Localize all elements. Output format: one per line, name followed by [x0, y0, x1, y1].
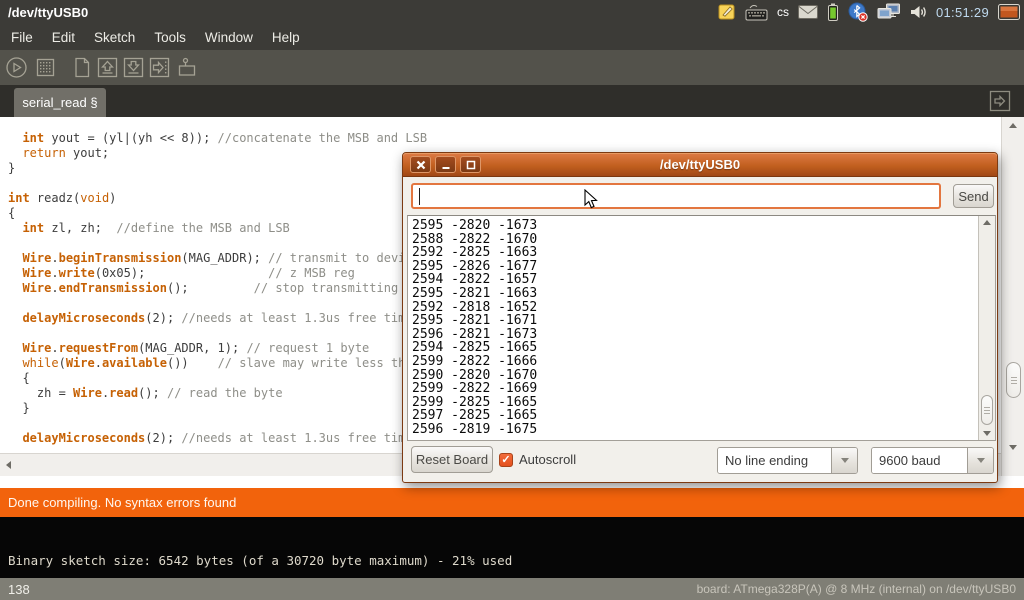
serial-output: 2595 -2820 -1673 2588 -2822 -1670 2592 -… — [408, 216, 978, 440]
serial-output-area[interactable]: 2595 -2820 -1673 2588 -2822 -1670 2592 -… — [407, 215, 996, 441]
volume-icon[interactable] — [910, 4, 927, 20]
code-line: int yout = (yl|(yh << 8)); //concatenate… — [8, 131, 1001, 146]
scroll-left-arrow-icon[interactable] — [6, 461, 11, 469]
menu-file[interactable]: File — [3, 26, 41, 49]
serial-monitor-button[interactable] — [174, 55, 200, 81]
text-caret — [419, 188, 420, 205]
bluetooth-icon[interactable] — [848, 2, 868, 22]
save-sketch-button[interactable] — [120, 55, 146, 81]
mail-icon[interactable] — [798, 5, 818, 19]
console-output: Binary sketch size: 6542 bytes (of a 307… — [0, 517, 1024, 568]
autoscroll-label: Autoscroll — [519, 452, 576, 467]
stop-button[interactable] — [32, 55, 58, 81]
menu-tools[interactable]: Tools — [146, 26, 194, 49]
serial-monitor-titlebar[interactable]: /dev/ttyUSB0 — [403, 153, 997, 177]
menu-window[interactable]: Window — [197, 26, 261, 49]
tab-menu-button[interactable] — [988, 89, 1012, 113]
keyboard-icon[interactable] — [745, 4, 768, 21]
note-icon[interactable] — [718, 3, 736, 21]
line-number: 138 — [8, 582, 30, 597]
serial-monitor-window: /dev/ttyUSB0 Send 2595 -2820 -1673 2588 … — [402, 152, 998, 483]
new-sketch-button[interactable] — [68, 55, 94, 81]
serial-scrollbar[interactable] — [978, 216, 995, 440]
board-info: board: ATmega328P(A) @ 8 MHz (internal) … — [697, 582, 1016, 596]
chevron-down-icon — [841, 458, 849, 463]
window-maximize-button[interactable] — [460, 156, 481, 173]
system-tray: cs 01:51:29 — [718, 0, 1024, 24]
build-console: Binary sketch size: 6542 bytes (of a 307… — [0, 517, 1024, 578]
serial-monitor-title: /dev/ttyUSB0 — [660, 157, 740, 172]
open-sketch-button[interactable] — [94, 55, 120, 81]
clock[interactable]: 01:51:29 — [936, 5, 989, 20]
active-window-title: /dev/ttyUSB0 — [8, 5, 88, 20]
session-icon[interactable] — [998, 4, 1020, 20]
upload-button[interactable] — [146, 55, 172, 81]
battery-icon[interactable] — [827, 3, 839, 22]
editor-scrollbar-thumb[interactable] — [1006, 362, 1021, 398]
compile-status-message: Done compiling. No syntax errors found — [8, 495, 236, 510]
scroll-up-arrow-icon[interactable] — [1009, 123, 1017, 128]
top-panel: /dev/ttyUSB0 cs 01:51:29 — [0, 0, 1024, 24]
tab-bar: serial_read § — [0, 85, 1024, 117]
status-footer: 138 board: ATmega328P(A) @ 8 MHz (intern… — [0, 578, 1024, 600]
dropdown-arrow-button[interactable] — [831, 448, 857, 473]
autoscroll-checkbox[interactable]: ✓ — [499, 453, 513, 467]
scroll-up-arrow-icon[interactable] — [983, 220, 991, 225]
window-minimize-button[interactable] — [435, 156, 456, 173]
baud-rate-value: 9600 baud — [872, 448, 967, 473]
baud-rate-dropdown[interactable]: 9600 baud — [871, 447, 994, 474]
keyboard-layout-indicator[interactable]: cs — [777, 5, 789, 19]
serial-scrollbar-thumb[interactable] — [981, 395, 993, 425]
line-ending-value: No line ending — [718, 448, 831, 473]
toolbar — [0, 50, 1024, 85]
mouse-cursor-icon — [584, 189, 598, 215]
line-ending-dropdown[interactable]: No line ending — [717, 447, 858, 474]
menu-bar: File Edit Sketch Tools Window Help — [0, 24, 1024, 50]
window-close-button[interactable] — [410, 156, 431, 173]
dropdown-arrow-button[interactable] — [967, 448, 993, 473]
scroll-down-arrow-icon[interactable] — [1009, 445, 1017, 450]
tab-serial-read[interactable]: serial_read § — [14, 88, 106, 117]
menu-help[interactable]: Help — [264, 26, 308, 49]
network-icon[interactable] — [877, 3, 901, 21]
compile-status-bar: Done compiling. No syntax errors found — [0, 488, 1024, 517]
send-button[interactable]: Send — [953, 184, 994, 208]
verify-button[interactable] — [3, 55, 29, 81]
menu-sketch[interactable]: Sketch — [86, 26, 143, 49]
editor-vertical-scrollbar[interactable] — [1001, 117, 1024, 476]
chevron-down-icon — [977, 458, 985, 463]
menu-edit[interactable]: Edit — [44, 26, 83, 49]
serial-input-field[interactable] — [411, 183, 941, 209]
reset-board-button[interactable]: Reset Board — [411, 446, 493, 473]
scroll-down-arrow-icon[interactable] — [983, 431, 991, 436]
tab-label: serial_read § — [22, 95, 97, 110]
